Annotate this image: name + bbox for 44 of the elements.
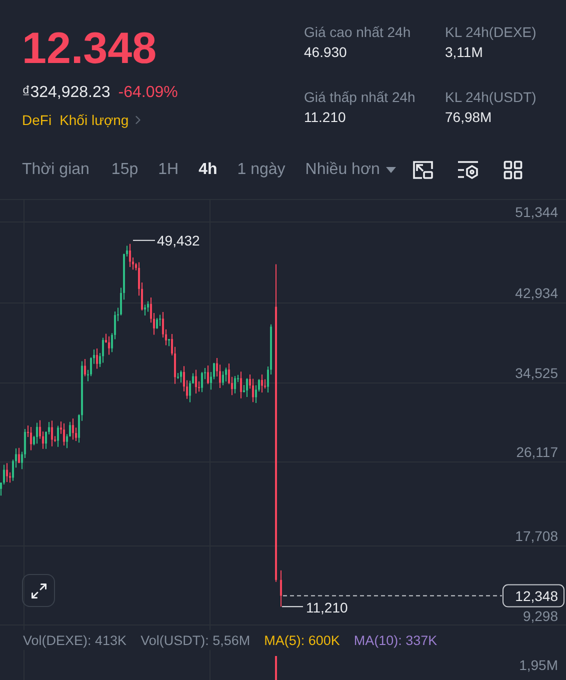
stat-value: 3,11M [445, 44, 484, 60]
grid-icon [502, 158, 524, 180]
layout-button[interactable] [502, 158, 524, 180]
fullscreen-button[interactable] [22, 574, 55, 607]
interval-tab[interactable]: 15p [111, 160, 138, 178]
last-price-label: 12,348 [502, 584, 564, 608]
expand-icon [30, 582, 48, 600]
more-dropdown[interactable]: Nhiều hơn [305, 160, 396, 178]
picture-in-picture-icon [412, 158, 434, 180]
price-axis-label: 51,344 [515, 204, 558, 220]
price-axis-label: 26,117 [516, 444, 558, 460]
stat-label: Giá thấp nhất 24h [304, 89, 416, 105]
leader-line [282, 606, 304, 608]
price-axis-label: 9,298 [522, 608, 558, 624]
volume-indicator: MA(10): 337K [354, 632, 438, 648]
picture-in-picture-button[interactable] [412, 158, 434, 180]
indicator-button[interactable] [456, 158, 480, 180]
stat-value: 76,98M [445, 109, 493, 125]
fiat-price: ₫324,928.23 [22, 84, 110, 102]
interval-tab[interactable]: Thời gian [22, 160, 90, 178]
interval-tab[interactable]: 1 ngày [237, 160, 286, 178]
stat-label: Giá cao nhất 24h [304, 24, 412, 40]
stat-label: KL 24h(USDT) [445, 89, 538, 105]
volume-indicator: Vol(DEXE): 413K [23, 632, 127, 648]
price-axis-label: 42,934 [515, 285, 558, 301]
high-price-label: 49,432 [157, 232, 200, 248]
stat-value: 11.210 [304, 109, 347, 125]
volume-axis-label: 1,95M [519, 657, 558, 673]
last-price: 12.348 [22, 24, 158, 74]
price-axis-label: 17,708 [515, 528, 558, 544]
volume-indicator: MA(5): 600K [264, 632, 340, 648]
volume-indicator: Vol(USDT): 5,56M [140, 632, 250, 648]
price-axis-label: 34,525 [515, 365, 558, 381]
volume-link[interactable]: Khối lượng [60, 112, 145, 128]
caret-icon [386, 166, 396, 172]
stat-value: 46.930 [304, 44, 348, 60]
price-change: -64.09% [118, 84, 178, 102]
category-tag[interactable]: DeFi [22, 112, 52, 128]
stat-label: KL 24h(DEXE) [445, 24, 538, 40]
interval-tab[interactable]: 4h [198, 160, 218, 178]
interval-tab[interactable]: 1H [158, 160, 179, 178]
indicator-settings-icon [456, 158, 480, 180]
low-price-label: 11,210 [306, 600, 348, 616]
leader-line [132, 240, 156, 241]
